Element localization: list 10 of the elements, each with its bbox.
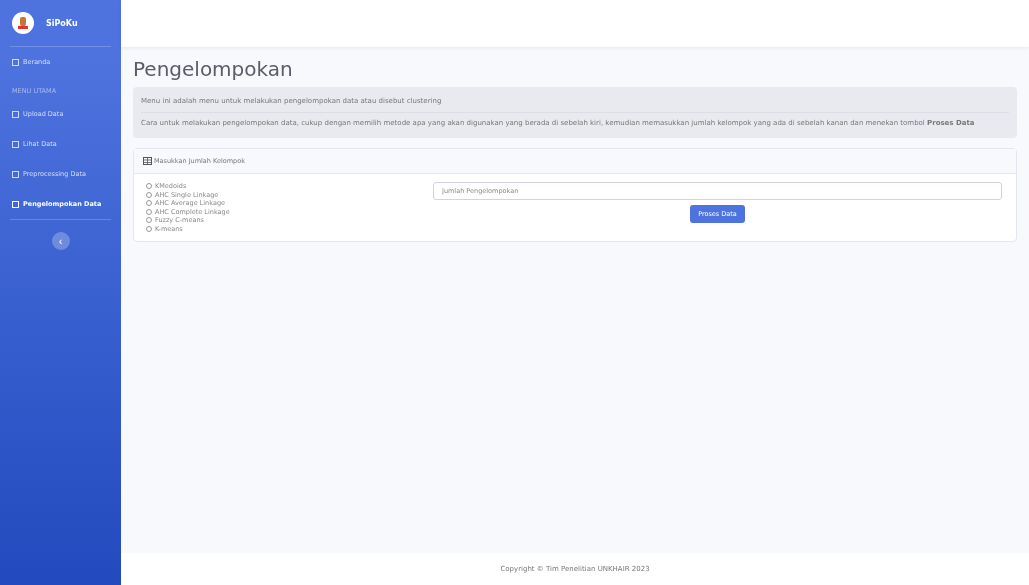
sidebar-toggle-button[interactable]: ‹ — [51, 232, 70, 250]
table-icon — [143, 157, 152, 165]
square-icon — [12, 170, 19, 178]
square-icon — [12, 110, 19, 118]
page-title: Pengelompokan — [133, 57, 294, 81]
square-icon — [12, 58, 19, 66]
square-icon — [12, 140, 19, 148]
brand-name: SiPoKu — [46, 18, 78, 28]
logo-icon — [12, 12, 34, 34]
square-icon — [12, 200, 19, 208]
